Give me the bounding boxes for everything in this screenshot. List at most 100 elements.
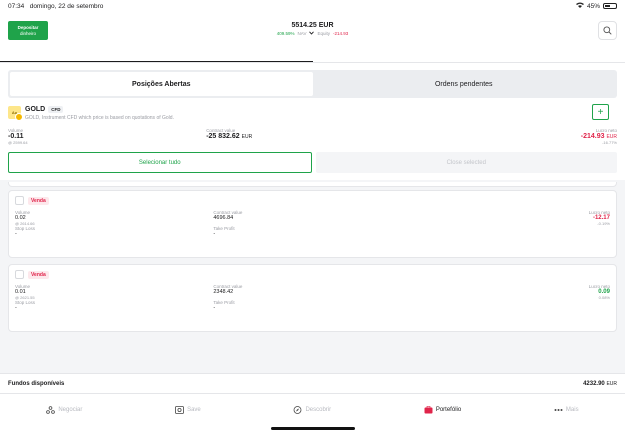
search-icon (603, 22, 612, 40)
nav-trade[interactable]: Negociar (46, 406, 82, 414)
segment-pending-orders[interactable]: Ordens pendentes (313, 72, 616, 96)
bottom-nav: Negociar Save Descobrir Portefólio Mais (0, 393, 625, 434)
nav-discover-label: Descobrir (305, 407, 332, 413)
app-header: Depositar dinheiro 5514.25 EUR 409.59% N… (0, 12, 625, 57)
deposit-button[interactable]: Depositar dinheiro (8, 21, 48, 40)
profit-percent: 0.08% (598, 295, 610, 300)
position-checkbox[interactable] (15, 270, 24, 279)
status-right: 45% (575, 2, 617, 10)
position-details: Volume 0.02 @ 2614.66 Contract value 469… (15, 210, 610, 237)
gold-logo-icon: Au (8, 106, 23, 121)
asset-profit: Lucro neto -214.93 EUR -16.77% (581, 128, 617, 145)
contract-value: 2348.42 (213, 289, 234, 295)
trade-icon (46, 406, 56, 414)
position-card[interactable]: Venda Volume 0.01 @ 2621.55 Contract val… (8, 264, 617, 332)
wifi-icon (575, 2, 584, 10)
position-contract: Contract value 2348.42 (213, 284, 411, 300)
save-icon (175, 406, 184, 414)
position-header: Venda (15, 270, 610, 279)
add-position-button[interactable]: + (592, 104, 609, 120)
contract-value: -25 832.62 (206, 133, 240, 140)
nav-save[interactable]: Save (175, 406, 201, 414)
available-funds-value: 4232.90 (583, 380, 605, 387)
position-take-profit: Take Profit - (213, 226, 411, 237)
segment-open-positions[interactable]: Posições Abertas (10, 72, 313, 96)
position-card[interactable]: Venda Volume 0.02 @ 2614.66 Contract val… (8, 190, 617, 258)
battery-icon (603, 3, 617, 9)
home-indicator (270, 427, 355, 430)
status-time: 07:34 (8, 2, 25, 10)
status-date: domingo, 22 de setembro (29, 2, 104, 10)
search-button[interactable] (598, 21, 617, 40)
plus-icon: + (597, 106, 604, 118)
profit-value-row: -214.93 EUR (581, 133, 617, 140)
nav-portfolio-label: Portefólio (435, 407, 462, 413)
equity-label: Equity (317, 30, 330, 36)
position-checkbox[interactable] (15, 196, 24, 205)
battery-percent: 45% (586, 2, 600, 10)
nav-more[interactable]: Mais (554, 406, 579, 414)
nav-label: NAV (297, 30, 307, 36)
nav-save-label: Save (187, 407, 201, 413)
available-funds-amount: 4232.90 EUR (583, 381, 617, 387)
asset-logo-text: Au (11, 110, 18, 115)
cfd-badge: CFD (48, 106, 64, 113)
asset-info: GOLD CFD GOLD, Instrument CFD which pric… (25, 106, 174, 121)
nav-discover[interactable]: Descobrir (293, 406, 331, 414)
position-take-profit: Take Profit - (213, 300, 411, 311)
available-funds-bar: Fundos disponíveis 4232.90 EUR (0, 373, 625, 393)
chevron-down-icon (309, 30, 315, 36)
balance-block[interactable]: 5514.25 EUR 409.59% NAV Equity -214.93 (277, 22, 348, 36)
volume-price: @ 2599.64 (8, 140, 28, 145)
available-funds-currency: EUR (606, 380, 617, 387)
asset-description: GOLD, Instrument CFD which price is base… (25, 115, 174, 121)
position-profit: Lucro neto -12.17 -0.19% (412, 210, 610, 226)
asset-volume: Volume -0.11 @ 2599.64 (8, 128, 28, 145)
asset-metrics: Volume -0.11 @ 2599.64 Contract value -2… (8, 128, 617, 145)
select-all-button[interactable]: Selecionar tudo (8, 152, 312, 173)
profit-percent: -16.77% (602, 140, 617, 145)
positions-list[interactable]: Venda Volume 0.02 @ 2614.66 Contract val… (0, 180, 625, 337)
balance-pl: -214.93 (332, 30, 349, 36)
position-volume: Volume 0.01 @ 2621.55 (15, 284, 213, 300)
close-selected-button[interactable]: Close selected (315, 152, 617, 173)
positions-segmented-control: Posições Abertas Ordens pendentes (8, 70, 617, 98)
list-divider (8, 182, 617, 187)
available-funds-label: Fundos disponíveis (8, 380, 65, 387)
position-stop-loss: Stop Loss - (15, 226, 213, 237)
position-volume: Volume 0.02 @ 2614.66 (15, 210, 213, 226)
asset-contract-value: Contract value -25 832.62 EUR (206, 128, 252, 145)
deposit-sublabel: dinheiro (19, 30, 36, 36)
position-contract: Contract value 4696.84 (213, 210, 411, 226)
nav-items: Negociar Save Descobrir Portefólio Mais (0, 394, 625, 414)
balance-percent: 409.59% (276, 30, 295, 36)
asset-header: Au GOLD CFD GOLD, Instrument CFD which p… (8, 106, 617, 121)
contract-currency: EUR (241, 134, 253, 140)
asset-summary: Au GOLD CFD GOLD, Instrument CFD which p… (8, 98, 617, 180)
profit-value: -214.93 (580, 133, 605, 140)
status-bar: 07:34 domingo, 22 de setembro 45% (0, 0, 625, 12)
contract-value: 4696.84 (213, 215, 234, 221)
portfolio-icon (424, 406, 433, 414)
take-profit-value: - (213, 231, 216, 237)
position-profit: Lucro neto 0.09 0.08% (412, 284, 610, 300)
asset-name-row: GOLD CFD (25, 106, 174, 113)
take-profit-value: - (213, 305, 216, 311)
nav-trade-label: Negociar (58, 407, 83, 413)
profit-percent: -0.19% (597, 221, 610, 226)
asset-name: GOLD (25, 106, 46, 113)
position-stop-loss: Stop Loss - (15, 300, 213, 311)
more-icon (554, 406, 563, 414)
nav-portfolio[interactable]: Portefólio (424, 406, 461, 414)
contract-value-row: -25 832.62 EUR (206, 133, 252, 140)
volume-value: -0.11 (8, 133, 24, 140)
position-header: Venda (15, 196, 610, 205)
bulk-actions: Selecionar tudo Close selected (8, 152, 617, 173)
stop-loss-value: - (15, 305, 17, 311)
position-details: Volume 0.01 @ 2621.55 Contract value 234… (15, 284, 610, 311)
nav-more-label: Mais (565, 407, 579, 413)
discover-icon (293, 406, 302, 414)
balance-summary: 409.59% NAV Equity -214.93 (277, 31, 348, 36)
status-left: 07:34 domingo, 22 de setembro (8, 3, 103, 10)
stop-loss-value: - (15, 231, 17, 237)
